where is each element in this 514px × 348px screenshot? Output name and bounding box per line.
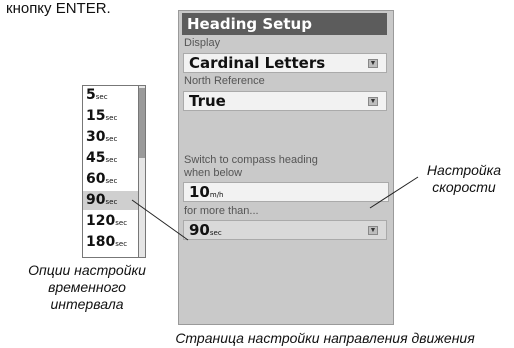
page-caption: Страница настройки направления движения [175,330,475,346]
speed-callout-line [369,176,419,209]
speed-caption: Настройка скорости [426,162,502,195]
options-caption: Опции настройки временного интервала [28,262,146,312]
options-callout-line [131,199,189,241]
